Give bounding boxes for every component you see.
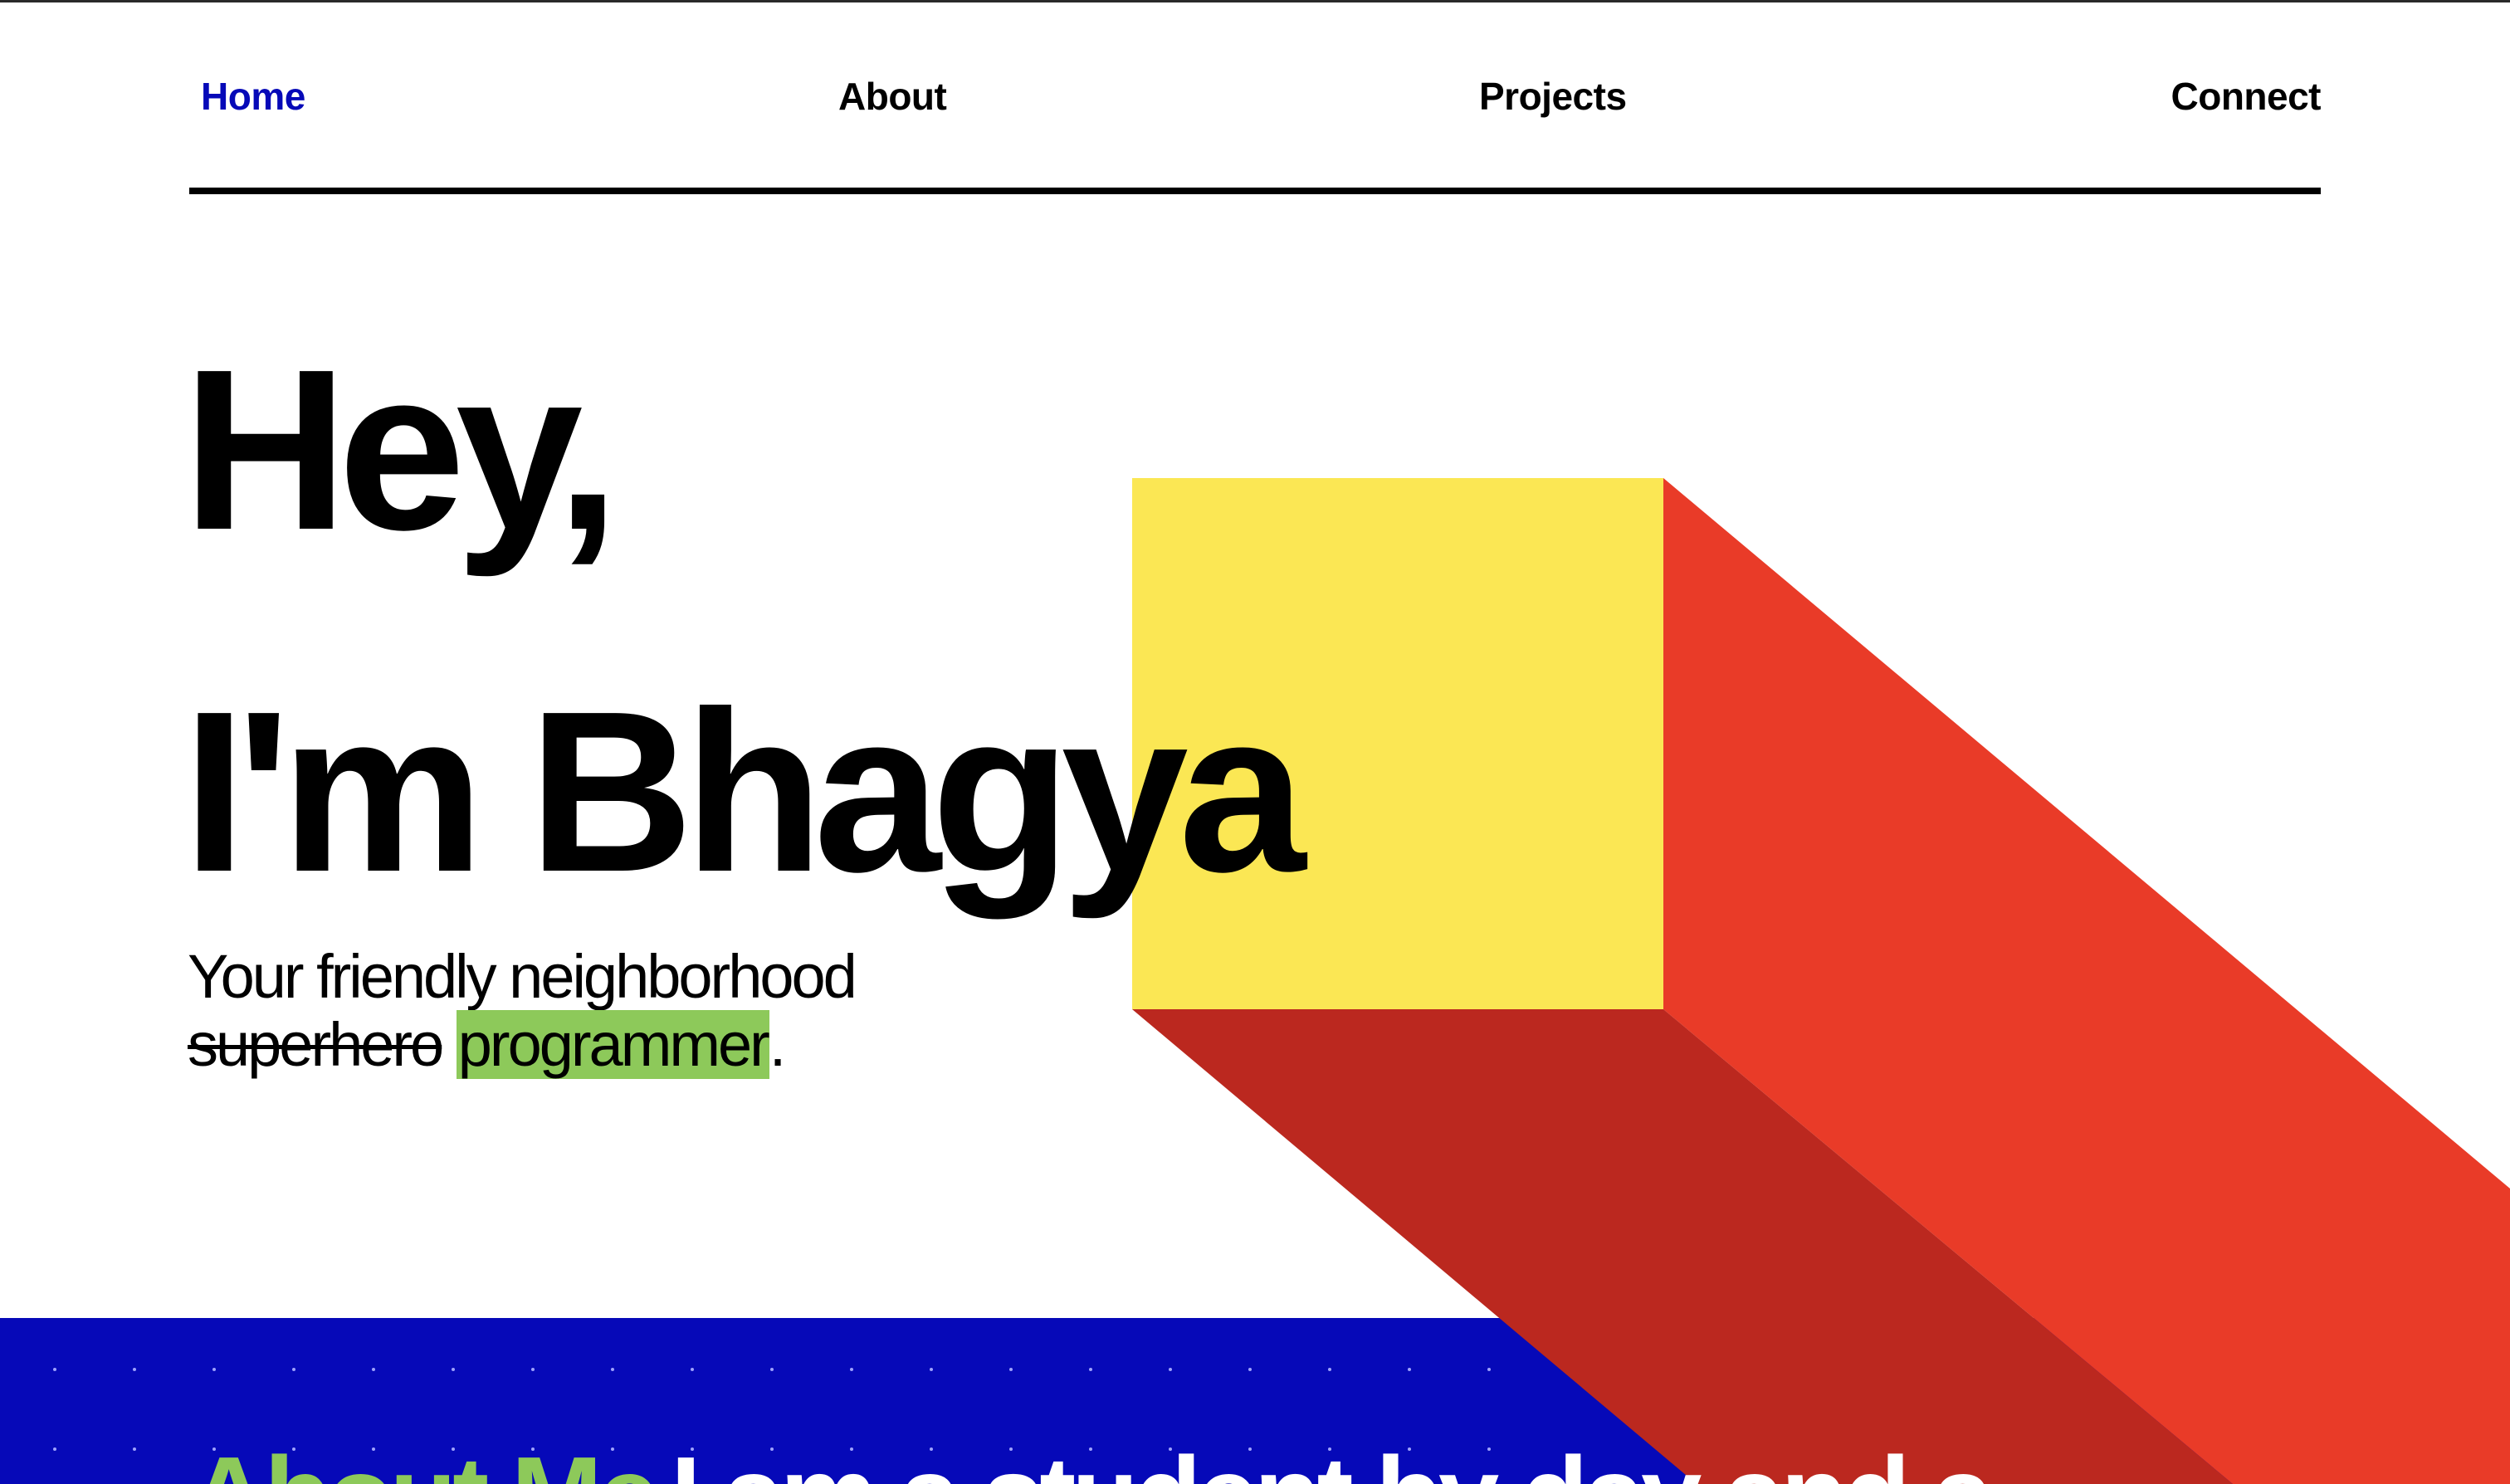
tagline-highlight-word: programmer	[456, 1010, 770, 1079]
page: Home About Projects Connect Hey, I'm Bha…	[0, 0, 2510, 1484]
about-heading: About Me	[189, 1441, 659, 1484]
hero-name: I'm Bhagya	[183, 664, 1306, 920]
hero-tagline: Your friendly neighborhood superhero pro…	[188, 942, 857, 1079]
tagline-prefix: Your friendly neighborhood	[188, 942, 857, 1011]
tagline-struck-word: superhero	[188, 1010, 444, 1079]
about-intro-text: I am a student by day and a	[671, 1441, 1994, 1484]
tagline-suffix: .	[769, 1010, 786, 1079]
hero-greeting: Hey,	[183, 322, 620, 578]
